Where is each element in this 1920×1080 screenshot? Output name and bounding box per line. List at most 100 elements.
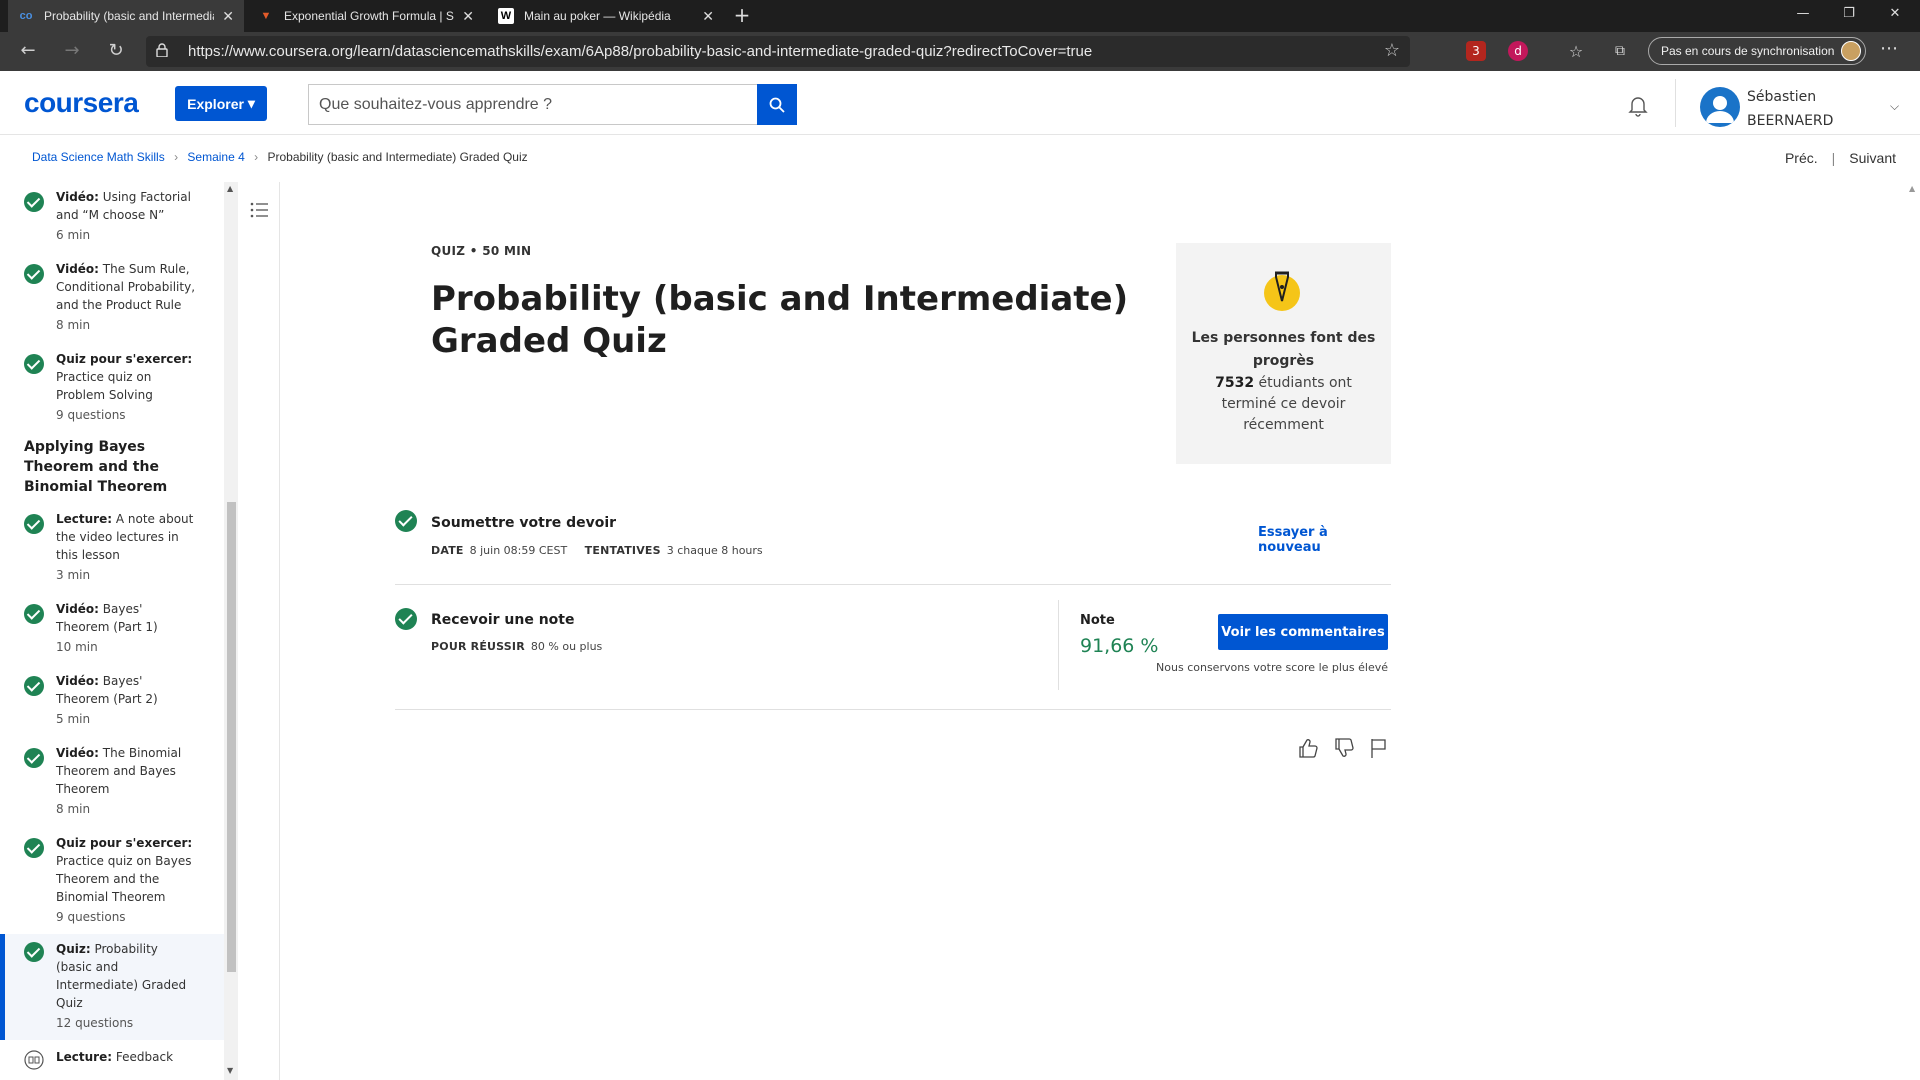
quiz-kind: QUIZ • 50 MIN [431,244,532,258]
thumbs-up-icon[interactable] [1297,737,1319,759]
page-scrollbar[interactable]: ▲ [1906,182,1920,1080]
coursera-logo[interactable]: coursera [24,87,139,119]
pass-label: POUR RÉUSSIR [431,640,525,653]
profile-sync-button[interactable]: Pas en cours de synchronisation [1648,37,1866,65]
explore-button[interactable]: Explorer ▾ [175,86,267,121]
sidebar-item[interactable]: Quiz pour s'exercer: Practice quiz on Ba… [0,834,224,924]
progress-title: Les personnes font des progrès [1191,330,1376,369]
breadcrumb-course[interactable]: Data Science Math Skills [32,150,165,164]
tab-label: Main au poker — Wikipédia [524,9,671,23]
user-first-name: Sébastien [1747,89,1817,105]
new-tab-button[interactable]: + [730,4,754,28]
coursera-icon: co [19,10,33,22]
sidebar-item[interactable]: Vidéo: The Binomial Theorem and Bayes Th… [0,744,224,820]
next-link[interactable]: Suivant [1849,150,1896,166]
check-circle-icon [24,676,44,696]
item-type: Vidéo: [56,190,99,204]
breadcrumb-week[interactable]: Semaine 4 [187,150,244,164]
check-circle-icon [395,510,417,532]
scroll-up-icon[interactable]: ▲ [227,184,233,193]
outline-list-icon[interactable] [250,202,268,218]
item-type: Vidéo: [56,262,99,276]
close-window-button[interactable]: ✕ [1872,0,1918,32]
search-input[interactable] [308,84,758,125]
sidebar-item[interactable]: Vidéo: Bayes' Theorem (Part 2) 5 min [0,672,224,732]
view-feedback-button[interactable]: Voir les commentaires [1218,614,1388,650]
pen-badge-icon [1264,271,1300,311]
check-circle-icon [395,608,417,630]
sidebar-scrollbar[interactable]: ▲ ▼ [224,182,238,1080]
check-circle-icon [24,838,44,858]
sidebar-item-current[interactable]: Quiz: Probability (basic and Intermediat… [0,934,224,1040]
item-meta: 9 questions [56,910,126,924]
chevron-right-icon: › [254,150,259,164]
browser-tab-wikipedia[interactable]: W Main au poker — Wikipédia ✕ [488,0,724,32]
user-icon [1706,96,1734,123]
sidebar-toggle-column [238,182,280,1080]
user-avatar[interactable] [1700,87,1740,127]
address-bar[interactable]: https://www.coursera.org/learn/datascien… [146,36,1410,67]
pass-meta: POUR RÉUSSIR 80 % ou plus [431,640,602,653]
site-header: coursera Explorer ▾ Sébastien BEERNAERD … [0,71,1920,135]
sidebar-item[interactable]: Quiz pour s'exercer: Practice quiz on Pr… [0,350,224,426]
close-icon[interactable]: ✕ [462,8,474,25]
retry-link[interactable]: Essayer à nouveau [1258,525,1391,555]
minimize-button[interactable]: — [1780,0,1826,32]
check-circle-icon [24,354,44,374]
bell-icon[interactable] [1626,93,1650,117]
sidebar-item[interactable]: Vidéo: Using Factorial and “M choose N” 6… [0,188,224,248]
browser-tab-coursera[interactable]: co Probability (basic and Intermedia ✕ [8,0,244,32]
thumbs-down-icon[interactable] [1333,737,1355,759]
check-circle-icon [24,604,44,624]
prev-next-nav: Préc. | Suivant [1785,150,1896,166]
tab-label: Probability (basic and Intermedia [44,9,215,23]
item-meta: 10 min [56,640,98,654]
item-type: Lecture: [56,1050,113,1064]
favorite-star-icon[interactable]: ☆ [1384,40,1400,61]
restore-button[interactable]: ❐ [1826,0,1872,32]
grade-section: Recevoir une note POUR RÉUSSIR 80 % ou pl… [395,600,1391,710]
browser-tab-exponential[interactable]: ▼ Exponential Growth Formula | St ✕ [248,0,484,32]
favorites-icon[interactable]: ☆ [1566,41,1586,61]
search-button[interactable] [757,84,797,125]
item-meta: 3 min [56,568,91,582]
sidebar-item[interactable]: Lecture: Feedback [0,1048,224,1078]
progress-desc: 7532 étudiants ont terminé ce devoir réc… [1186,373,1381,436]
submit-label: Soumettre votre devoir [431,515,617,531]
date-label: DATE [431,544,464,557]
browser-toolbar: ← → ↻ https://www.coursera.org/learn/dat… [0,32,1920,71]
close-icon[interactable]: ✕ [222,8,234,25]
check-circle-icon [24,264,44,284]
close-icon[interactable]: ✕ [702,8,714,25]
extension-icon[interactable]: 3 [1466,41,1486,61]
nav-separator: | [1831,150,1836,166]
user-name[interactable]: Sébastien BEERNAERD [1747,85,1833,133]
flag-icon[interactable] [1369,737,1389,759]
item-meta: 6 min [56,228,91,242]
user-last-name: BEERNAERD [1747,113,1834,129]
course-sidebar: Vidéo: Using Factorial and “M choose N” 6… [0,182,224,1080]
scroll-up-icon[interactable]: ▲ [1909,184,1915,193]
back-button[interactable]: ← [14,38,42,66]
check-circle-icon [24,514,44,534]
more-menu-icon[interactable]: ⋯ [1880,38,1898,59]
scroll-down-icon[interactable]: ▼ [227,1066,233,1075]
sidebar-item[interactable]: Lecture: A note about the video lectures… [0,510,224,586]
reload-button[interactable]: ↻ [102,38,130,66]
item-title: Feedback [115,1050,174,1064]
scrollbar-thumb[interactable] [227,502,236,972]
sidebar-item[interactable]: Vidéo: The Sum Rule, Conditional Probabi… [0,260,224,336]
browser-tab-bar: co Probability (basic and Intermedia ✕ ▼… [0,0,1920,32]
item-type: Quiz pour s'exercer: [56,352,193,366]
chevron-down-icon[interactable]: ⌵ [1890,99,1899,114]
collections-icon[interactable]: ⧉ [1610,41,1630,61]
breadcrumb-current: Probability (basic and Intermediate) Gra… [267,150,528,164]
extension-2-icon[interactable]: d [1508,41,1528,61]
tab-label: Exponential Growth Formula | St [284,9,455,23]
note-value: 91,66 % [1080,635,1159,657]
sidebar-item[interactable]: Vidéo: Bayes' Theorem (Part 1) 10 min [0,600,224,660]
prev-link[interactable]: Préc. [1785,150,1818,166]
forward-button[interactable]: → [58,38,86,66]
profile-avatar [1841,41,1861,61]
item-type: Vidéo: [56,746,99,760]
